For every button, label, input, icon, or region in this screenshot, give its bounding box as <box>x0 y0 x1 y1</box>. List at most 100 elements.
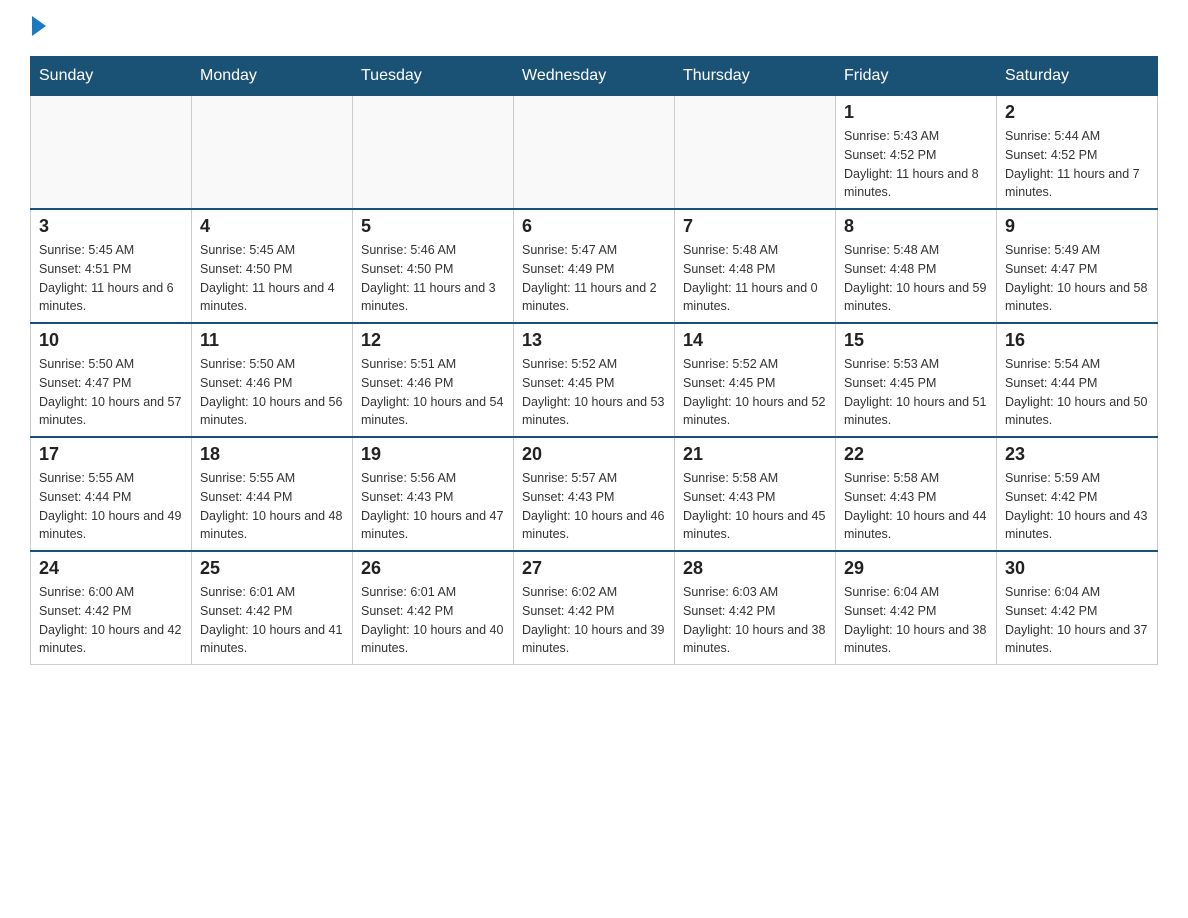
day-info: Sunrise: 6:01 AMSunset: 4:42 PMDaylight:… <box>361 583 505 658</box>
calendar-week-row: 1 Sunrise: 5:43 AMSunset: 4:52 PMDaylight… <box>31 96 1158 210</box>
day-info: Sunrise: 5:43 AMSunset: 4:52 PMDaylight:… <box>844 127 988 202</box>
calendar-cell: 7 Sunrise: 5:48 AMSunset: 4:48 PMDaylight… <box>675 209 836 323</box>
logo-text <box>30 20 46 36</box>
day-info: Sunrise: 5:49 AMSunset: 4:47 PMDaylight:… <box>1005 241 1149 316</box>
weekday-header-wednesday: Wednesday <box>514 57 675 96</box>
calendar-cell <box>353 96 514 210</box>
day-info: Sunrise: 5:51 AMSunset: 4:46 PMDaylight:… <box>361 355 505 430</box>
day-number: 26 <box>361 558 505 579</box>
weekday-header-monday: Monday <box>192 57 353 96</box>
calendar-cell: 2Sunrise: 5:44 AMSunset: 4:52 PMDaylight… <box>997 96 1158 210</box>
day-info: Sunrise: 5:46 AMSunset: 4:50 PMDaylight:… <box>361 241 505 316</box>
day-number: 28 <box>683 558 827 579</box>
weekday-header-friday: Friday <box>836 57 997 96</box>
calendar-week-row: 17 Sunrise: 5:55 AMSunset: 4:44 PMDayligh… <box>31 437 1158 551</box>
calendar-cell <box>675 96 836 210</box>
day-number: 9 <box>1005 216 1149 237</box>
day-info: Sunrise: 5:45 AMSunset: 4:50 PMDaylight:… <box>200 241 344 316</box>
calendar-header-row: SundayMondayTuesdayWednesdayThursdayFrid… <box>31 57 1158 96</box>
calendar-cell: 6 Sunrise: 5:47 AMSunset: 4:49 PMDaylight… <box>514 209 675 323</box>
day-info: Sunrise: 5:52 AMSunset: 4:45 PMDaylight:… <box>683 355 827 430</box>
calendar-cell: 3 Sunrise: 5:45 AMSunset: 4:51 PMDaylight… <box>31 209 192 323</box>
weekday-header-tuesday: Tuesday <box>353 57 514 96</box>
day-number: 6 <box>522 216 666 237</box>
calendar-cell: 23Sunrise: 5:59 AMSunset: 4:42 PMDayligh… <box>997 437 1158 551</box>
day-info: Sunrise: 5:56 AMSunset: 4:43 PMDaylight:… <box>361 469 505 544</box>
calendar-cell: 24 Sunrise: 6:00 AMSunset: 4:42 PMDayligh… <box>31 551 192 665</box>
calendar-cell: 10Sunrise: 5:50 AMSunset: 4:47 PMDayligh… <box>31 323 192 437</box>
day-info: Sunrise: 6:04 AMSunset: 4:42 PMDaylight:… <box>844 583 988 658</box>
day-number: 15 <box>844 330 988 351</box>
calendar-cell: 16 Sunrise: 5:54 AMSunset: 4:44 PMDayligh… <box>997 323 1158 437</box>
day-number: 30 <box>1005 558 1149 579</box>
calendar-cell: 15 Sunrise: 5:53 AMSunset: 4:45 PMDayligh… <box>836 323 997 437</box>
day-number: 22 <box>844 444 988 465</box>
day-number: 24 <box>39 558 183 579</box>
calendar-cell: 27 Sunrise: 6:02 AMSunset: 4:42 PMDayligh… <box>514 551 675 665</box>
calendar-cell: 20 Sunrise: 5:57 AMSunset: 4:43 PMDayligh… <box>514 437 675 551</box>
calendar-cell: 9 Sunrise: 5:49 AMSunset: 4:47 PMDaylight… <box>997 209 1158 323</box>
calendar-cell: 21Sunrise: 5:58 AMSunset: 4:43 PMDayligh… <box>675 437 836 551</box>
day-number: 20 <box>522 444 666 465</box>
day-info: Sunrise: 6:04 AMSunset: 4:42 PMDaylight:… <box>1005 583 1149 658</box>
day-number: 27 <box>522 558 666 579</box>
calendar-cell: 18Sunrise: 5:55 AMSunset: 4:44 PMDayligh… <box>192 437 353 551</box>
day-number: 3 <box>39 216 183 237</box>
calendar-cell: 25 Sunrise: 6:01 AMSunset: 4:42 PMDayligh… <box>192 551 353 665</box>
day-info: Sunrise: 6:02 AMSunset: 4:42 PMDaylight:… <box>522 583 666 658</box>
calendar-cell: 8 Sunrise: 5:48 AMSunset: 4:48 PMDaylight… <box>836 209 997 323</box>
day-number: 7 <box>683 216 827 237</box>
day-info: Sunrise: 5:58 AMSunset: 4:43 PMDaylight:… <box>844 469 988 544</box>
calendar-cell: 13Sunrise: 5:52 AMSunset: 4:45 PMDayligh… <box>514 323 675 437</box>
calendar-cell: 14Sunrise: 5:52 AMSunset: 4:45 PMDayligh… <box>675 323 836 437</box>
calendar-table: SundayMondayTuesdayWednesdayThursdayFrid… <box>30 56 1158 665</box>
day-info: Sunrise: 5:45 AMSunset: 4:51 PMDaylight:… <box>39 241 183 316</box>
day-number: 17 <box>39 444 183 465</box>
day-info: Sunrise: 6:00 AMSunset: 4:42 PMDaylight:… <box>39 583 183 658</box>
day-number: 12 <box>361 330 505 351</box>
calendar-cell: 12 Sunrise: 5:51 AMSunset: 4:46 PMDayligh… <box>353 323 514 437</box>
day-info: Sunrise: 5:55 AMSunset: 4:44 PMDaylight:… <box>39 469 183 544</box>
day-number: 1 <box>844 102 988 123</box>
day-number: 19 <box>361 444 505 465</box>
day-number: 16 <box>1005 330 1149 351</box>
calendar-cell <box>31 96 192 210</box>
calendar-cell: 22 Sunrise: 5:58 AMSunset: 4:43 PMDayligh… <box>836 437 997 551</box>
calendar-cell <box>514 96 675 210</box>
weekday-header-thursday: Thursday <box>675 57 836 96</box>
day-info: Sunrise: 5:47 AMSunset: 4:49 PMDaylight:… <box>522 241 666 316</box>
calendar-cell: 29 Sunrise: 6:04 AMSunset: 4:42 PMDayligh… <box>836 551 997 665</box>
day-number: 2 <box>1005 102 1149 123</box>
logo-arrow-icon <box>32 16 46 36</box>
day-number: 11 <box>200 330 344 351</box>
calendar-cell: 26 Sunrise: 6:01 AMSunset: 4:42 PMDayligh… <box>353 551 514 665</box>
day-number: 8 <box>844 216 988 237</box>
calendar-cell: 5 Sunrise: 5:46 AMSunset: 4:50 PMDaylight… <box>353 209 514 323</box>
day-info: Sunrise: 5:48 AMSunset: 4:48 PMDaylight:… <box>844 241 988 316</box>
day-info: Sunrise: 6:01 AMSunset: 4:42 PMDaylight:… <box>200 583 344 658</box>
day-number: 25 <box>200 558 344 579</box>
day-number: 10 <box>39 330 183 351</box>
day-number: 5 <box>361 216 505 237</box>
weekday-header-saturday: Saturday <box>997 57 1158 96</box>
logo <box>30 20 46 36</box>
day-info: Sunrise: 5:48 AMSunset: 4:48 PMDaylight:… <box>683 241 827 316</box>
calendar-cell: 19 Sunrise: 5:56 AMSunset: 4:43 PMDayligh… <box>353 437 514 551</box>
calendar-week-row: 10Sunrise: 5:50 AMSunset: 4:47 PMDayligh… <box>31 323 1158 437</box>
day-number: 18 <box>200 444 344 465</box>
day-info: Sunrise: 5:59 AMSunset: 4:42 PMDaylight:… <box>1005 469 1149 544</box>
calendar-cell: 28Sunrise: 6:03 AMSunset: 4:42 PMDayligh… <box>675 551 836 665</box>
calendar-week-row: 3 Sunrise: 5:45 AMSunset: 4:51 PMDaylight… <box>31 209 1158 323</box>
calendar-cell: 11Sunrise: 5:50 AMSunset: 4:46 PMDayligh… <box>192 323 353 437</box>
calendar-cell: 1 Sunrise: 5:43 AMSunset: 4:52 PMDaylight… <box>836 96 997 210</box>
day-info: Sunrise: 5:58 AMSunset: 4:43 PMDaylight:… <box>683 469 827 544</box>
day-info: Sunrise: 5:57 AMSunset: 4:43 PMDaylight:… <box>522 469 666 544</box>
day-number: 13 <box>522 330 666 351</box>
day-info: Sunrise: 5:54 AMSunset: 4:44 PMDaylight:… <box>1005 355 1149 430</box>
day-number: 29 <box>844 558 988 579</box>
day-info: Sunrise: 5:53 AMSunset: 4:45 PMDaylight:… <box>844 355 988 430</box>
day-number: 4 <box>200 216 344 237</box>
calendar-cell: 17 Sunrise: 5:55 AMSunset: 4:44 PMDayligh… <box>31 437 192 551</box>
calendar-cell <box>192 96 353 210</box>
calendar-week-row: 24 Sunrise: 6:00 AMSunset: 4:42 PMDayligh… <box>31 551 1158 665</box>
